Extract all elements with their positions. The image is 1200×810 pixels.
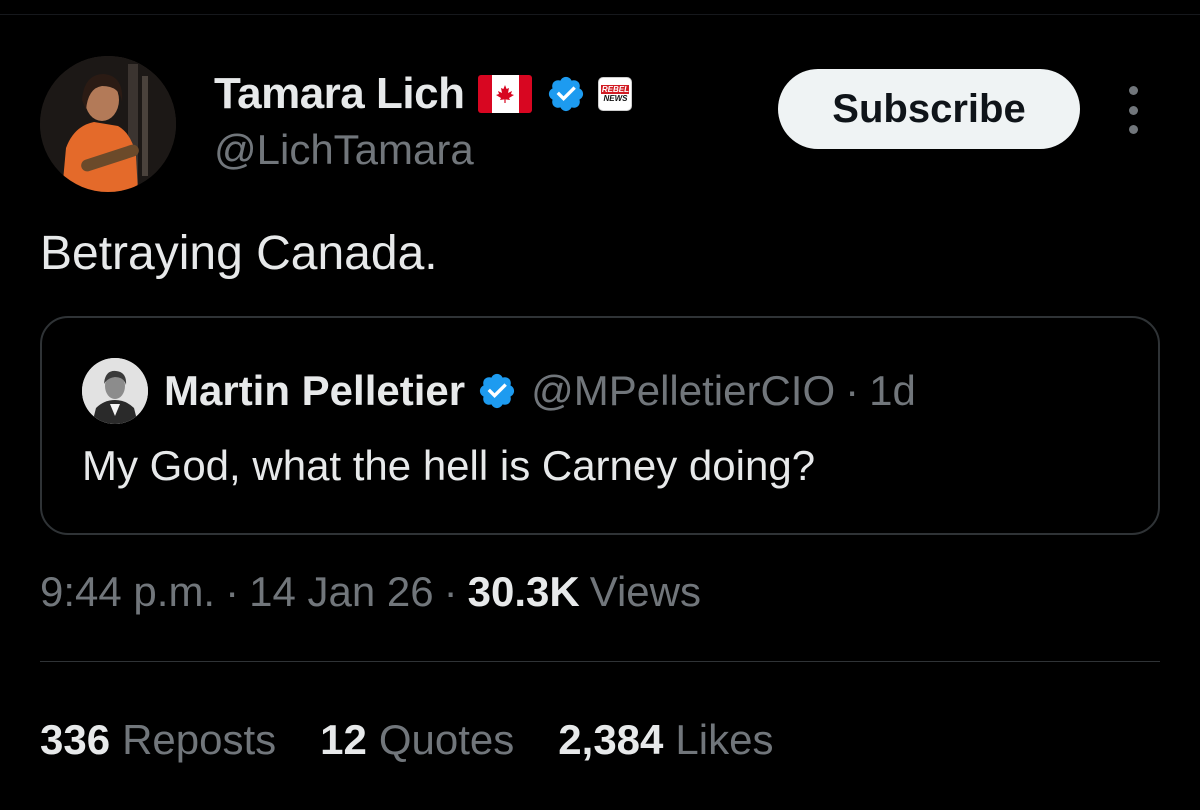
likes-stat[interactable]: 2,384 Likes	[558, 716, 773, 764]
quoted-author-avatar[interactable]	[82, 358, 148, 424]
author-name-row: Tamara Lich REBEL NEWS	[214, 66, 633, 122]
verified-badge-icon	[549, 76, 584, 112]
more-dot	[1128, 125, 1138, 134]
author-display-name[interactable]: Tamara Lich	[214, 69, 465, 119]
tweet-text: Betraying Canada.	[40, 227, 438, 280]
views-label: Views	[589, 568, 701, 615]
likes-count: 2,384	[558, 716, 664, 763]
more-vertical-icon[interactable]	[1116, 86, 1150, 134]
quotes-count: 12	[320, 716, 367, 763]
author-avatar[interactable]	[40, 56, 176, 192]
reposts-label: Reposts	[122, 716, 277, 763]
tweet-meta: 9:44 p.m. · 14 Jan 26 · 30.3K Views	[40, 568, 701, 616]
subscribe-button[interactable]: Subscribe	[778, 69, 1080, 149]
top-divider	[0, 14, 1200, 15]
meta-separator: ·	[225, 568, 240, 615]
more-dot	[1128, 86, 1138, 95]
quoted-tweet-age[interactable]: 1d	[869, 367, 916, 415]
quoted-author-handle[interactable]: @MPelletierCIO	[531, 367, 835, 415]
author-handle[interactable]: @LichTamara	[214, 126, 632, 174]
author-info: Tamara Lich REBEL NEWS @LichTamara	[214, 66, 633, 174]
rebel-news-affiliate-icon[interactable]: REBEL NEWS	[598, 77, 633, 111]
affiliate-line2: NEWS	[603, 94, 628, 103]
reposts-count: 336	[40, 716, 111, 763]
quoted-separator: ·	[845, 367, 860, 414]
quoted-tweet-text: My God, what the hell is Carney doing?	[82, 442, 816, 489]
affiliate-line1: REBEL	[601, 85, 630, 94]
quoted-tweet-header: Martin Pelletier @MPelletierCIO · 1d	[82, 358, 916, 424]
stats-divider	[40, 661, 1160, 662]
meta-separator: ·	[443, 568, 458, 615]
tweet-date[interactable]: 14 Jan 26	[249, 568, 434, 616]
quoted-author-name[interactable]: Martin Pelletier	[164, 367, 465, 415]
more-dot	[1128, 105, 1138, 115]
quotes-stat[interactable]: 12 Quotes	[320, 716, 514, 764]
verified-badge-icon	[480, 373, 515, 409]
likes-label: Likes	[675, 716, 774, 763]
canada-flag-icon	[478, 75, 533, 113]
tweet-time[interactable]: 9:44 p.m.	[40, 568, 215, 616]
quoted-tweet-card[interactable]: Martin Pelletier @MPelletierCIO · 1d My …	[40, 316, 1160, 535]
quotes-label: Quotes	[378, 716, 515, 763]
engagement-stats: 336 Reposts 12 Quotes 2,384 Likes	[40, 716, 817, 764]
reposts-stat[interactable]: 336 Reposts	[40, 716, 276, 764]
views-count[interactable]: 30.3K	[468, 568, 580, 616]
